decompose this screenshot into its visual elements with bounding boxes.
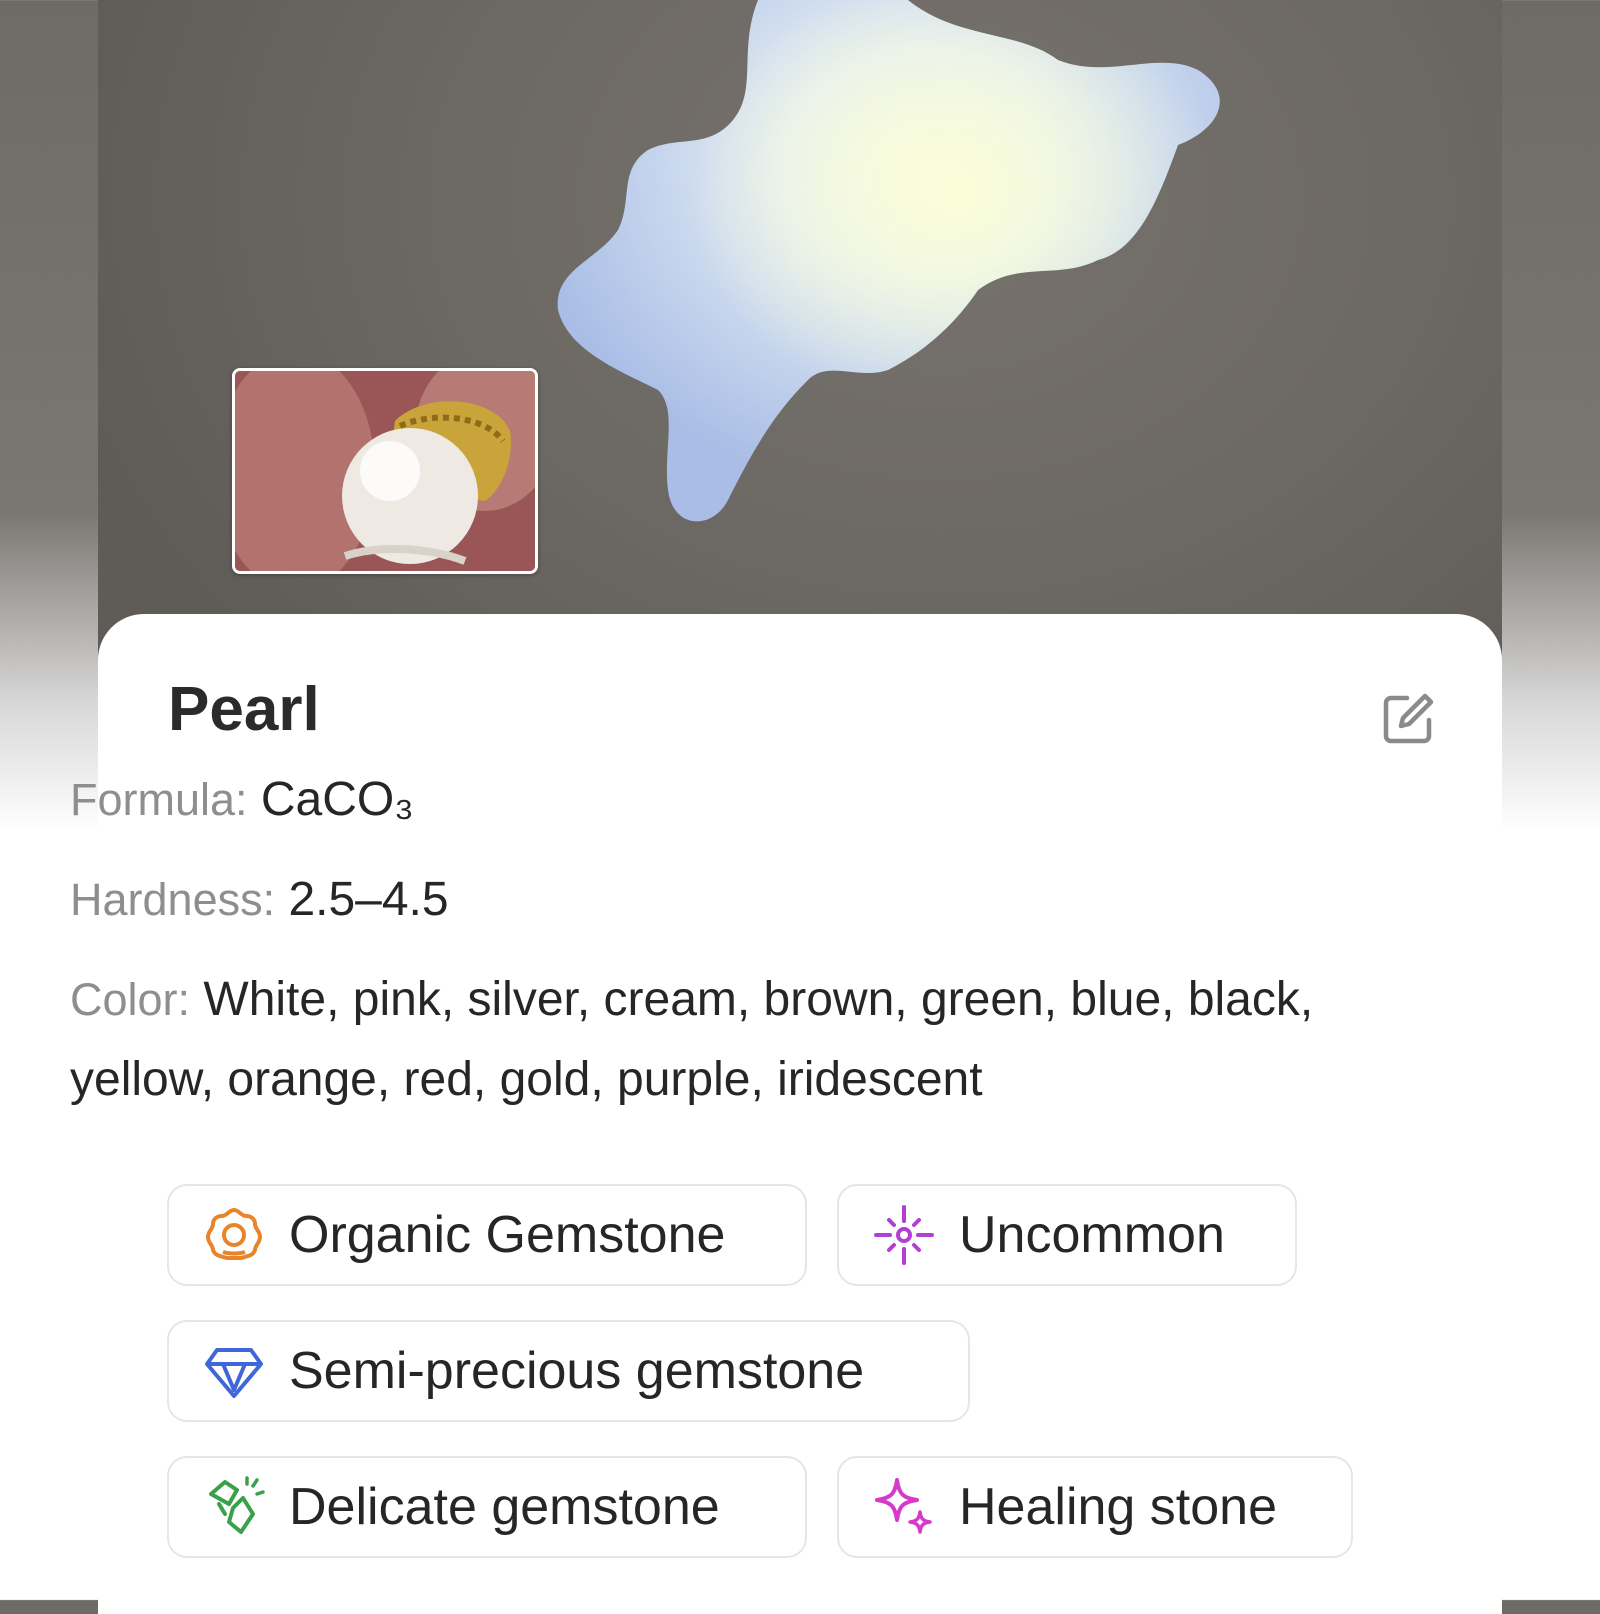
tag-uncommon[interactable]: Uncommon [837,1184,1297,1286]
tag-label: Organic Gemstone [289,1206,726,1264]
formula-row: Formula: CaCO₃ [70,760,414,840]
formula-value: CaCO₃ [260,773,414,826]
color-label: Color: [70,974,191,1025]
tag-semi-precious-gemstone[interactable]: Semi-precious gemstone [167,1320,970,1422]
color-row: Color: White, pink, silver, cream, brown… [70,960,1360,1120]
organic-gemstone-icon [206,1208,262,1260]
hardness-label: Hardness: [70,874,276,925]
broken-crystal-icon [209,1476,265,1534]
color-value: White, pink, silver, cream, brown, green… [70,973,1314,1106]
tag-label: Healing stone [959,1478,1277,1536]
healing-sparkle-icon [875,1478,932,1534]
gemstone-name: Pearl [168,675,320,744]
secondary-photo-thumbnail[interactable] [232,368,538,574]
tag-delicate-gemstone[interactable]: Delicate gemstone [167,1456,807,1558]
tag-organic-gemstone[interactable]: Organic Gemstone [167,1184,807,1286]
sparkle-rarity-icon [874,1205,934,1265]
hardness-row: Hardness: 2.5–4.5 [70,860,449,940]
baroque-pearl-image [557,0,1220,522]
tag-healing-stone[interactable]: Healing stone [837,1456,1353,1558]
pearl-ring-thumbnail-image [235,371,535,571]
formula-label: Formula: [70,774,248,825]
tag-label: Semi-precious gemstone [289,1342,865,1400]
diamond-icon [205,1348,263,1398]
tag-label: Uncommon [959,1206,1225,1264]
hardness-value: 2.5–4.5 [288,873,449,926]
edit-icon[interactable] [1381,692,1435,746]
main-photo [98,0,1502,660]
tag-label: Delicate gemstone [289,1478,720,1536]
